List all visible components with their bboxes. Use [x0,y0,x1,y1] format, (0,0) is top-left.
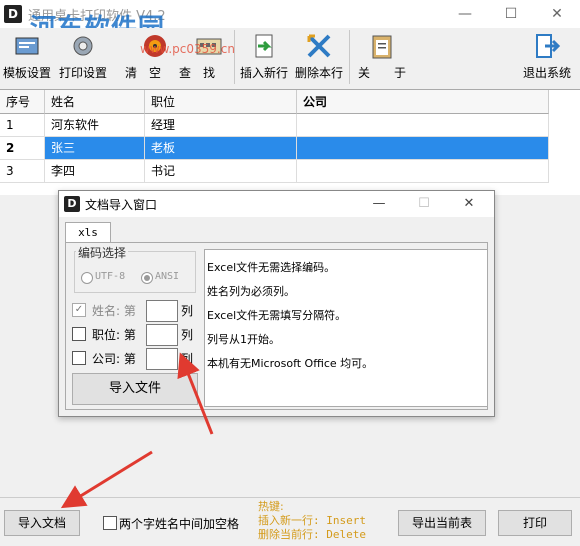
table-cell-selected[interactable]: 张三 [45,137,145,160]
dialog-logo-icon: D [64,196,80,212]
watermark-url: www.pc0359.cn [140,42,235,56]
note-line: 列号从1开始。 [207,333,280,346]
about-label: 关 于 [357,66,406,80]
delete-icon [307,34,331,58]
hotkey-title: 热键: [258,500,284,513]
delete-row-button[interactable]: 删除本行 [292,28,346,86]
position-column-label: 职位: 第 [92,328,136,342]
tab-panel: UTF-8 ANSI 编码选择 ✓ 姓名: 第 列 职位: 第 列 公司: 第 … [65,242,488,410]
table-cell[interactable]: 经理 [145,114,297,137]
toolbar: 模板设置 打印设置 清 空 查 找 插入新行 删除本行 关 于 退出系统 [0,28,580,88]
close-button[interactable]: ✕ [534,0,580,28]
note-line: 本机有无Microsoft Office 均可。 [207,357,374,370]
dialog-close-button[interactable]: ✕ [449,191,489,217]
column-suffix: 列 [181,328,194,342]
dialog-title-bar: D 文档导入窗口 — ☐ ✕ [59,191,494,217]
delete-row-label: 删除本行 [294,66,343,80]
table-cell[interactable]: 2 [0,137,45,160]
clipboard-icon [372,35,392,59]
note-line: 姓名列为必须列。 [207,285,295,298]
maximize-button[interactable]: ☐ [488,0,534,28]
table-cell[interactable]: 李四 [45,160,145,183]
name-checkbox: ✓ [72,303,86,317]
hotkey-insert: 插入新一行: Insert [258,514,366,527]
table-cell[interactable]: 书记 [145,160,297,183]
notes-panel: Excel文件无需选择编码。 姓名列为必须列。 Excel文件无需填写分隔符。 … [204,249,488,407]
import-file-button[interactable]: 导入文件 [72,373,198,405]
company-column-label: 公司: 第 [92,352,136,366]
column-header-company[interactable]: 公司 [297,90,549,114]
table-cell[interactable]: 1 [0,114,45,137]
table-cell[interactable]: 河东软件 [45,114,145,137]
radio-ansi [141,272,153,284]
export-current-button[interactable]: 导出当前表 [398,510,486,536]
hotkey-delete: 删除当前行: Delete [258,528,366,541]
toolbar-divider [234,30,235,84]
company-checkbox[interactable] [72,351,86,365]
column-header-index[interactable]: 序号 [0,90,45,114]
column-header-name[interactable]: 姓名 [45,90,145,114]
position-checkbox[interactable] [72,327,86,341]
utf8-label: UTF-8 [95,271,126,282]
position-column-input[interactable] [146,324,178,346]
template-icon [15,37,39,55]
table-cell-selected[interactable]: 老板 [145,137,297,160]
table-cell[interactable] [297,160,549,183]
exit-label: 退出系统 [522,66,571,80]
company-column-input[interactable] [146,348,178,370]
name-column-input[interactable] [146,300,178,322]
space-option-checkbox[interactable] [103,516,117,530]
toolbar-divider [349,30,350,84]
minimize-button[interactable]: — [442,0,488,28]
dialog-minimize-button[interactable]: — [359,191,399,217]
import-document-button[interactable]: 导入文档 [4,510,80,536]
find-label-2: 找 [202,66,215,80]
ansi-label: ANSI [155,271,180,282]
template-settings-button[interactable]: 模板设置 [0,28,54,86]
table-cell-selected[interactable] [297,137,549,160]
note-line: Excel文件无需填写分隔符。 [207,309,347,322]
exit-icon [536,34,561,58]
column-suffix: 列 [181,304,194,318]
print-settings-label: 打印设置 [58,66,107,80]
title-bar: D 通用桌卡打印软件 V4.2 河东软件园 — ☐ ✕ [0,0,580,44]
print-button[interactable]: 打印 [498,510,572,536]
hotkeys-info: 热键: 插入新一行: Insert 删除当前行: Delete [258,500,366,542]
template-settings-label: 模板设置 [2,66,51,80]
exit-button[interactable]: 退出系统 [518,28,576,86]
tab-xls[interactable]: xls [65,222,111,243]
insert-icon [255,34,273,58]
about-button[interactable]: 关 于 [352,28,412,86]
name-column-label: 姓名: 第 [92,304,136,318]
space-option-label: 两个字姓名中间加空格 [119,517,240,531]
print-settings-button[interactable]: 打印设置 [56,28,110,86]
dialog-title: 文档导入窗口 [85,198,158,212]
table-cell[interactable] [297,114,549,137]
table-cell[interactable]: 3 [0,160,45,183]
gear-icon [73,36,93,56]
find-icon-button[interactable]: 找 [186,28,232,86]
dialog-maximize-button: ☐ [418,196,430,211]
app-logo-icon: D [4,5,22,23]
column-header-position[interactable]: 职位 [145,90,297,114]
note-line: Excel文件无需选择编码。 [207,261,336,274]
encoding-label: 编码选择 [76,244,129,261]
column-suffix: 列 [181,352,194,366]
insert-row-label: 插入新行 [239,66,288,80]
radio-utf8 [81,272,93,284]
import-dialog: D 文档导入窗口 — ☐ ✕ xls UTF-8 ANSI 编码选择 ✓ 姓名:… [58,190,495,417]
insert-row-button[interactable]: 插入新行 [238,28,290,86]
data-grid[interactable]: 序号 姓名 职位 公司 1 河东软件 经理 2 张三 老板 3 李四 书记 [0,89,580,195]
